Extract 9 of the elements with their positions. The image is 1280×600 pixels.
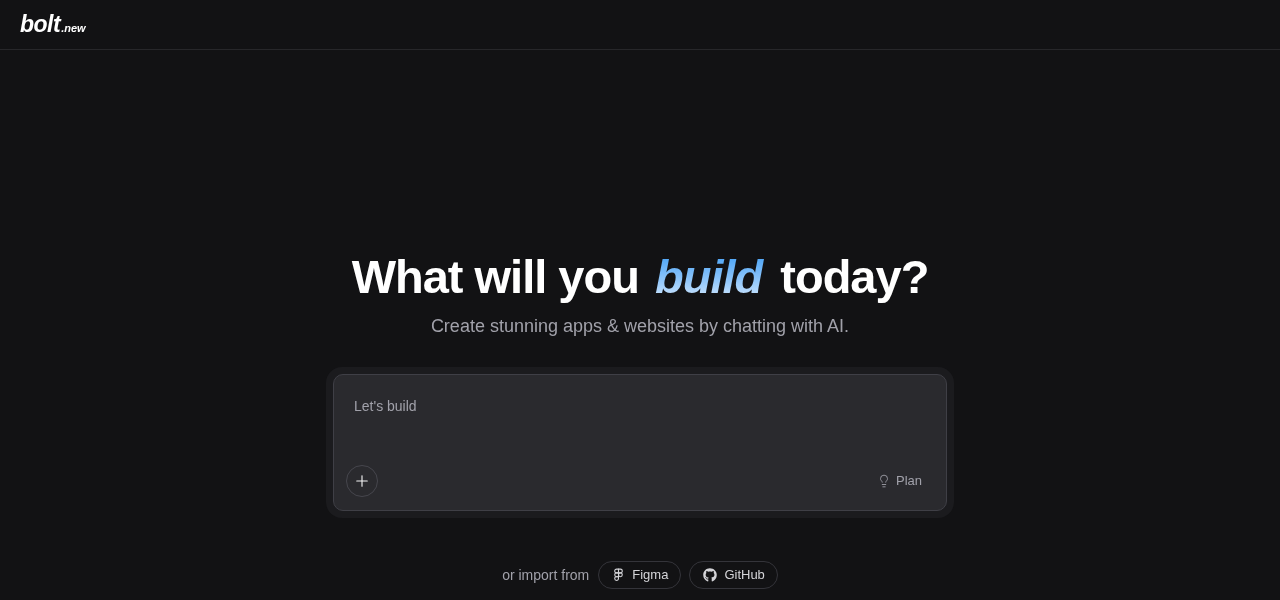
page-heading: What will you build today?: [351, 251, 929, 303]
prompt-field[interactable]: Let's build: [354, 395, 922, 465]
plan-button[interactable]: Plan: [876, 469, 922, 493]
import-label: or import from: [502, 566, 590, 583]
github-logo-icon: [703, 567, 718, 582]
prompt-input-box[interactable]: Let's build Plan: [333, 373, 947, 511]
logo-link[interactable]: bolt.new: [20, 13, 86, 36]
figma-logo-icon: [612, 568, 626, 582]
subtitle: Create stunning apps & websites by chatting with AI.: [430, 314, 850, 337]
